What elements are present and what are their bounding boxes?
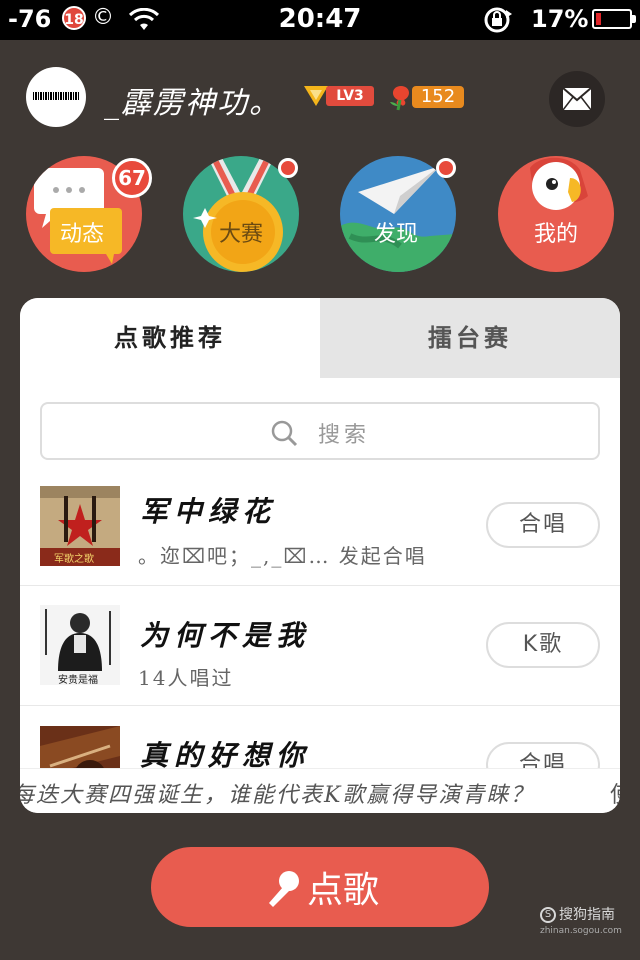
nav-label-contest: 大赛 [218,222,263,247]
album-cover: 安贵是福 [40,605,120,685]
duet-button[interactable]: 合唱 [486,502,600,548]
watermark: S 搜狗指南 zhinan.sogou.com [540,904,630,936]
search-icon [271,420,298,447]
song-row[interactable]: 安贵是福 为何不是我 14人唱过 K歌 [20,586,620,706]
order-song-button[interactable]: 点歌 [151,847,489,927]
order-song-label: 点歌 [307,870,380,911]
barcode-graphic [33,92,79,100]
level-label: LV3 [326,86,374,106]
mail-button[interactable] [549,71,605,127]
song-row[interactable]: 军歌之歌 军中绿花 。迩⌧吧；_,_⌧… 发起合唱 合唱 [20,484,620,586]
battery-fill [596,13,601,25]
announcement-marquee[interactable]: 每迭大赛四强诞生，谁能代表K歌赢得导演青睐？ 使 [20,768,620,813]
nav-mine[interactable]: 我的 [498,156,614,272]
album-cover-title: 军歌之歌 [54,554,94,565]
watermark-brand: 搜狗指南 [559,907,615,923]
contest-new-dot [278,158,298,178]
battery-percent: 17% [531,5,589,33]
recommend-card: 点歌推荐 擂台赛 搜索 军歌之歌 军中绿花 。迩⌧吧；_,_⌧… 发起合唱 合唱 [20,298,620,813]
song-subtitle: 14人唱过 [138,666,234,690]
search-input[interactable]: 搜索 [40,402,600,460]
parrot-icon [530,157,588,210]
discover-new-dot [436,158,456,178]
tab-arena[interactable]: 擂台赛 [320,298,620,378]
nav-label-discover: 发现 [373,222,418,247]
microphone-icon [269,871,299,907]
envelope-icon [562,87,592,111]
song-subtitle: 。迩⌧吧；_,_⌧… 发起合唱 [138,544,427,568]
nav-label-mine: 我的 [533,222,578,247]
tab-song-recommend[interactable]: 点歌推荐 [20,298,320,378]
album-cover: 军歌之歌 [40,486,120,566]
watermark-url: zhinan.sogou.com [540,926,622,936]
dynamic-count-badge: 67 [112,158,152,198]
k-song-button[interactable]: K歌 [486,622,600,668]
rotation-lock-icon [484,7,512,33]
announcement-text: 每迭大赛四强诞生，谁能代表K歌赢得导演青睐？ [20,783,535,808]
status-bar: -76 18 © 20:47 17% [0,0,640,40]
song-title: 军中绿花 [140,495,277,528]
album-cover-title: 安贵是福 [58,675,98,685]
avatar[interactable] [26,67,86,127]
flower-count: 152 [412,86,464,108]
nav-label-dynamic: 动态 [59,222,104,247]
username: _霹雳神功。 [104,86,281,121]
song-title: 为何不是我 [140,619,311,652]
battery-icon [592,9,636,29]
sogou-logo-icon: S [540,907,556,923]
search-placeholder: 搜索 [318,423,371,448]
announcement-next-text: 使 [610,777,620,809]
